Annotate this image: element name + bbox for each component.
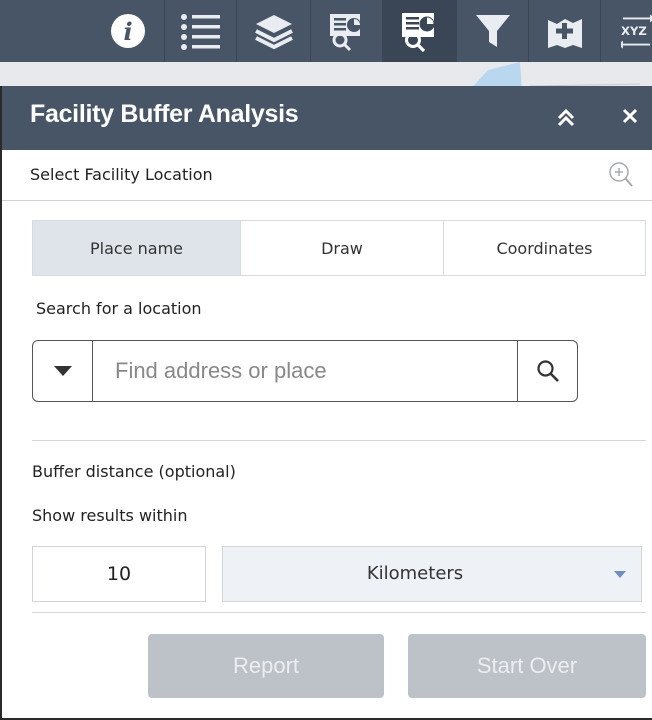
tab-place-name[interactable]: Place name: [33, 221, 240, 275]
info-icon: i: [111, 14, 145, 48]
search-source-dropdown[interactable]: [33, 341, 93, 401]
search-input[interactable]: [93, 341, 517, 401]
filter-button[interactable]: [456, 0, 529, 62]
coordinate-button[interactable]: XYZ: [600, 0, 652, 62]
location-search: [32, 340, 578, 402]
layers-button[interactable]: [236, 0, 311, 62]
select-location-row: Select Facility Location: [2, 150, 652, 201]
close-icon[interactable]: [616, 102, 644, 130]
tab-coordinates[interactable]: Coordinates: [443, 221, 645, 275]
caret-down-icon: [53, 366, 72, 376]
info-button[interactable]: i: [92, 0, 164, 62]
legend-button[interactable]: [164, 0, 237, 62]
buffer-distance-input[interactable]: 10: [32, 546, 206, 602]
filter-icon: [476, 15, 510, 47]
layers-icon: [255, 15, 293, 50]
search-button[interactable]: [517, 341, 577, 401]
add-data-button[interactable]: [528, 0, 601, 62]
facility-buffer-panel: Facility Buffer Analysis Select Facility…: [0, 86, 652, 720]
search-label: Search for a location: [36, 299, 202, 318]
section-label: Select Facility Location: [30, 165, 213, 184]
list-icon: [181, 14, 220, 50]
collapse-icon[interactable]: [552, 104, 580, 132]
xyz-coordinate-icon: XYZ: [621, 14, 652, 49]
panel-title: Facility Buffer Analysis: [30, 100, 299, 128]
start-over-button[interactable]: Start Over: [408, 634, 646, 698]
xyz-label: XYZ: [621, 24, 647, 38]
buttons-divider: [32, 612, 646, 613]
show-results-label: Show results within: [32, 506, 188, 525]
unit-value: Kilometers: [366, 563, 464, 584]
unit-select[interactable]: Kilometers: [222, 546, 642, 602]
section-divider: [32, 440, 646, 441]
report-button[interactable]: [310, 0, 383, 62]
add-data-icon: [548, 19, 582, 48]
facility-buffer-button[interactable]: [382, 0, 457, 62]
zoom-to-icon[interactable]: [608, 161, 634, 189]
buffer-distance-label: Buffer distance (optional): [32, 462, 236, 481]
report-icon: [330, 14, 361, 52]
tab-draw[interactable]: Draw: [240, 221, 443, 275]
widget-toolbar: i XYZ: [0, 0, 652, 62]
location-tabs: Place name Draw Coordinates: [32, 220, 646, 276]
search-icon: [536, 360, 559, 382]
report-button[interactable]: Report: [148, 634, 384, 698]
svg-text:i: i: [123, 17, 132, 46]
facility-buffer-icon: [402, 13, 435, 53]
chevron-down-icon: [614, 571, 626, 578]
panel-header: Facility Buffer Analysis: [2, 86, 652, 150]
